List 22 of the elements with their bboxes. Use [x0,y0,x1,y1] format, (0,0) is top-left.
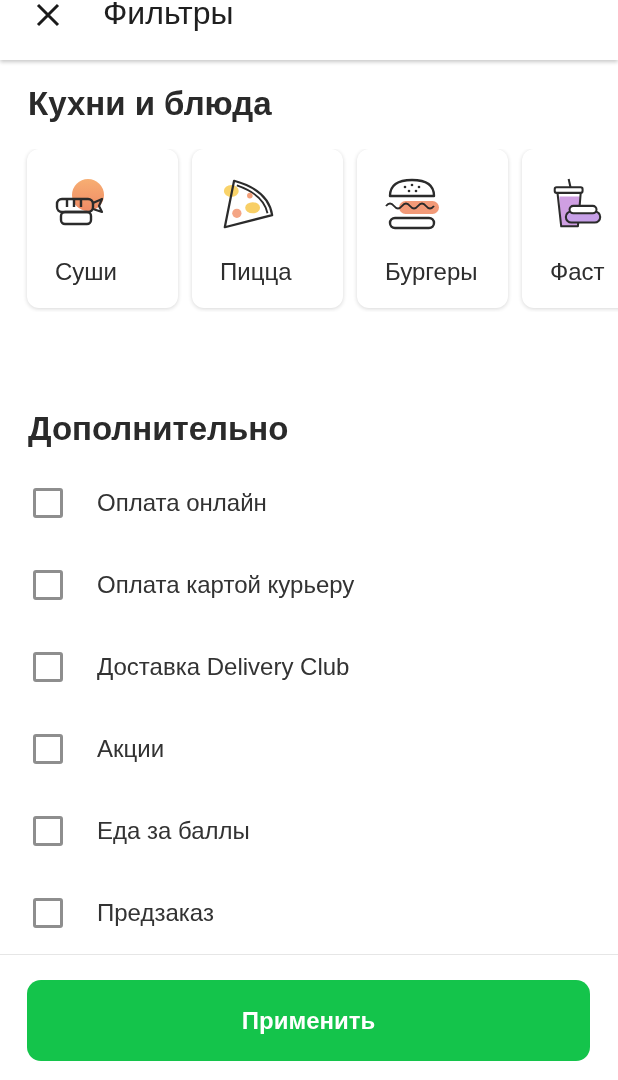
page-title: Фильтры [103,0,234,29]
checkbox[interactable] [33,898,63,928]
cuisine-card[interactable]: Фаст [522,149,618,308]
checkbox[interactable] [33,816,63,846]
cuisine-card[interactable]: Бургеры [357,149,508,308]
cuisine-card[interactable]: Суши [27,149,178,308]
section-heading: Кухни и блюда [28,84,272,124]
checkbox[interactable] [33,652,63,682]
close-button[interactable] [36,3,60,27]
option-label: Оплата картой курьеру [97,571,355,599]
option-label: Доставка Delivery Club [97,653,350,681]
checkbox[interactable] [33,570,63,600]
checkbox[interactable] [33,734,63,764]
option-label: Акции [97,735,165,763]
close-icon [36,3,60,27]
option-label: Предзаказ [97,899,214,927]
section-heading: Дополнительно [28,409,289,449]
option-label: Оплата онлайн [97,489,267,517]
checkbox[interactable] [33,488,63,518]
option-label: Еда за баллы [97,817,250,845]
cuisine-card[interactable]: Пицца [192,149,343,308]
burger-icon [385,178,441,230]
